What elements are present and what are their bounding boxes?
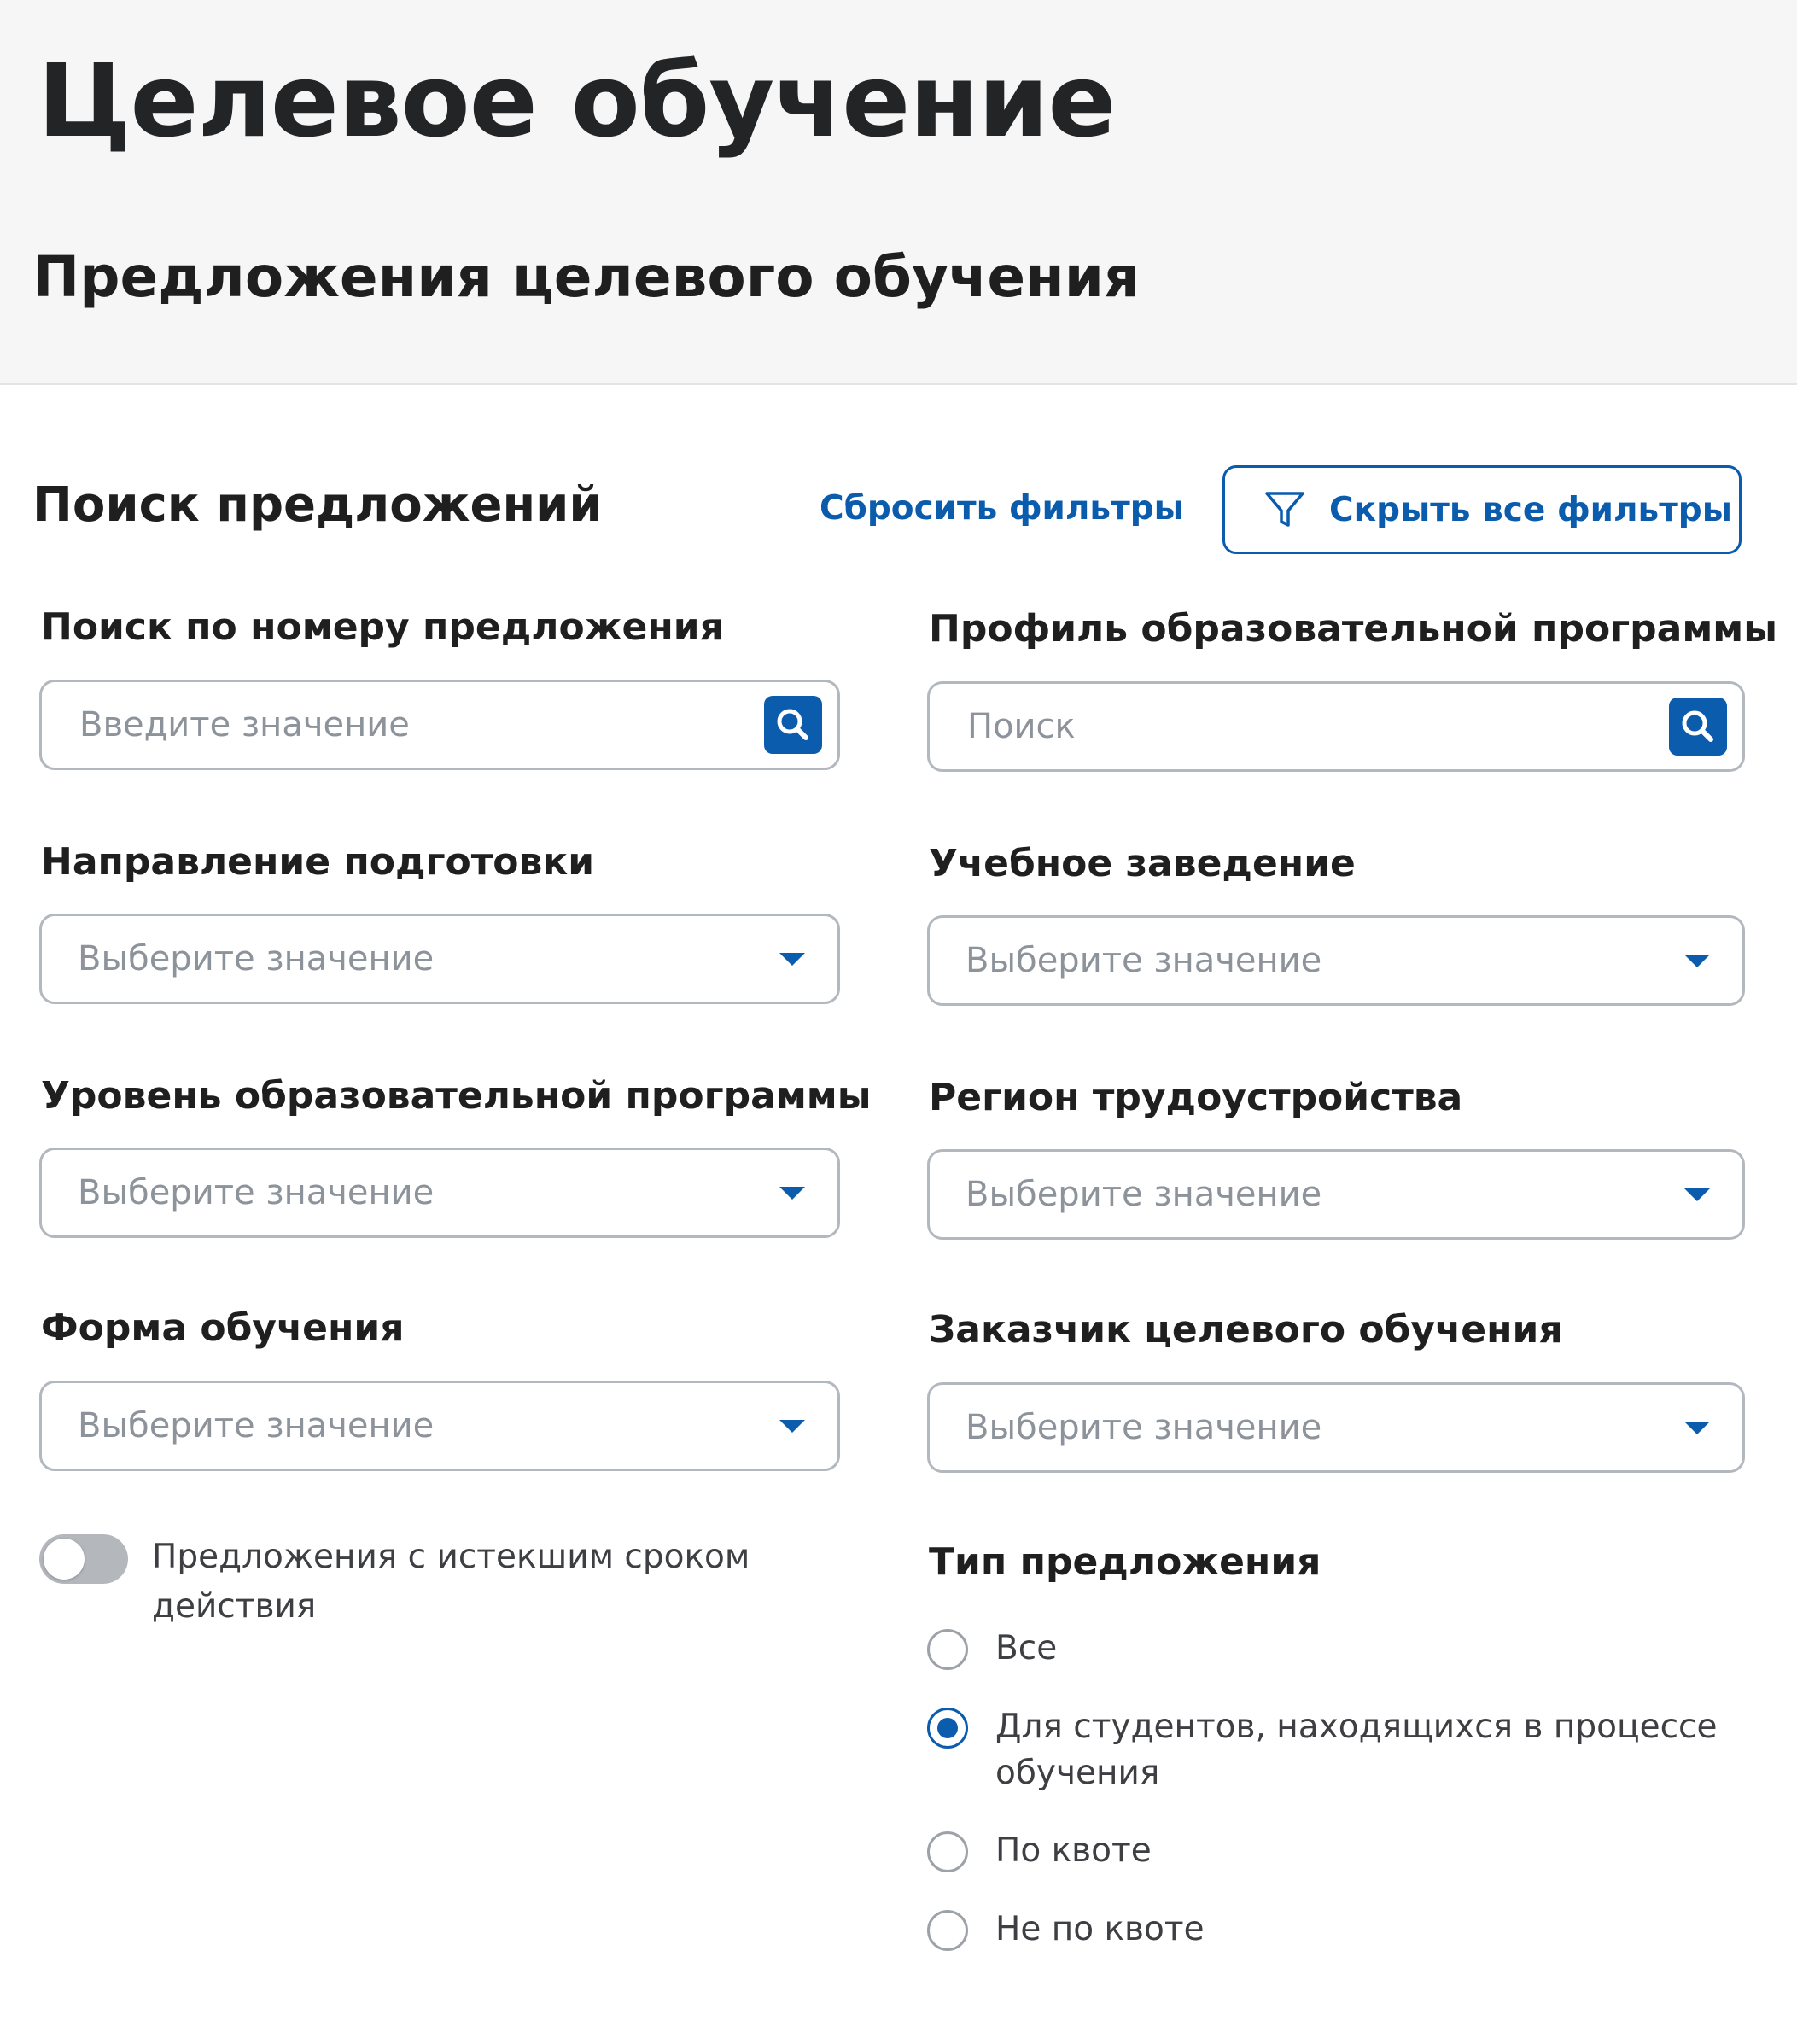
- direction-label: Направление подготовки: [41, 840, 595, 884]
- search-icon: [777, 709, 808, 740]
- search-icon: [1682, 710, 1713, 742]
- offer-type-option-label: Не по квоте: [995, 1910, 1205, 1948]
- offer-type-option-non-quota[interactable]: Не по квоте: [927, 1910, 1764, 1953]
- form-select-value: Выберите значение: [78, 1406, 435, 1445]
- page-header: Целевое обучение Предложения целевого об…: [0, 0, 1797, 385]
- offer-type-title: Тип предложения: [929, 1540, 1321, 1584]
- chevron-down-icon: [1684, 954, 1710, 967]
- region-select-value: Выберите значение: [966, 1175, 1322, 1214]
- offer-type-option-students[interactable]: Для студентов, находящихся в процессе об…: [927, 1708, 1764, 1796]
- hide-filters-label: Скрыть все фильтры: [1329, 490, 1732, 529]
- toggle-knob: [44, 1539, 85, 1580]
- level-label: Уровень образовательной программы: [41, 1074, 872, 1118]
- region-label: Регион трудоустройства: [929, 1076, 1463, 1119]
- offer-type-option-quota[interactable]: По квоте: [927, 1831, 1764, 1874]
- radio-button-checked[interactable]: [927, 1708, 968, 1749]
- direction-select-value: Выберите значение: [78, 939, 435, 978]
- profile-search-input[interactable]: [930, 684, 1669, 769]
- level-select-value: Выберите значение: [78, 1173, 435, 1212]
- radio-button[interactable]: [927, 1910, 968, 1951]
- hide-filters-button[interactable]: Скрыть все фильтры: [1222, 465, 1742, 554]
- search-section-title: Поиск предложений: [32, 477, 603, 533]
- chevron-down-icon: [1684, 1421, 1710, 1434]
- profile-field: [927, 681, 1745, 772]
- direction-select[interactable]: Выберите значение: [39, 914, 840, 1004]
- page-title: Целевое обучение: [38, 42, 1116, 160]
- filter-icon: [1261, 486, 1309, 534]
- institution-label: Учебное заведение: [929, 842, 1356, 885]
- offer-type-option-label: По квоте: [995, 1831, 1152, 1870]
- offer-number-input[interactable]: [42, 682, 764, 768]
- expired-offers-label: Предложения с истекшим сроком действия: [152, 1538, 750, 1626]
- level-select[interactable]: Выберите значение: [39, 1148, 840, 1238]
- chevron-down-icon: [779, 952, 805, 966]
- institution-select[interactable]: Выберите значение: [927, 915, 1745, 1006]
- institution-select-value: Выберите значение: [966, 941, 1322, 980]
- offer-number-search-button[interactable]: [764, 696, 822, 754]
- chevron-down-icon: [1684, 1188, 1710, 1201]
- profile-search-button[interactable]: [1669, 698, 1727, 756]
- offer-number-field: [39, 680, 840, 770]
- offer-number-label: Поиск по номеру предложения: [41, 605, 724, 649]
- radio-button[interactable]: [927, 1629, 968, 1670]
- customer-select[interactable]: Выберите значение: [927, 1382, 1745, 1473]
- customer-select-value: Выберите значение: [966, 1408, 1322, 1447]
- profile-label: Профиль образовательной программы: [929, 607, 1778, 651]
- chevron-down-icon: [779, 1419, 805, 1433]
- form-label: Форма обучения: [41, 1306, 405, 1350]
- customer-label: Заказчик целевого обучения: [929, 1308, 1563, 1352]
- expired-offers-toggle[interactable]: [39, 1534, 128, 1584]
- radio-button[interactable]: [927, 1831, 968, 1872]
- form-select[interactable]: Выберите значение: [39, 1381, 840, 1471]
- offer-type-option-all[interactable]: Все: [927, 1629, 1764, 1672]
- chevron-down-icon: [779, 1186, 805, 1200]
- page-subtitle: Предложения целевого обучения: [32, 244, 1141, 310]
- offer-type-option-label: Все: [995, 1629, 1058, 1667]
- reset-filters-link[interactable]: Сбросить фильтры: [820, 485, 1184, 533]
- region-select[interactable]: Выберите значение: [927, 1149, 1745, 1240]
- offer-type-option-label: Для студентов, находящихся в процессе об…: [995, 1708, 1718, 1792]
